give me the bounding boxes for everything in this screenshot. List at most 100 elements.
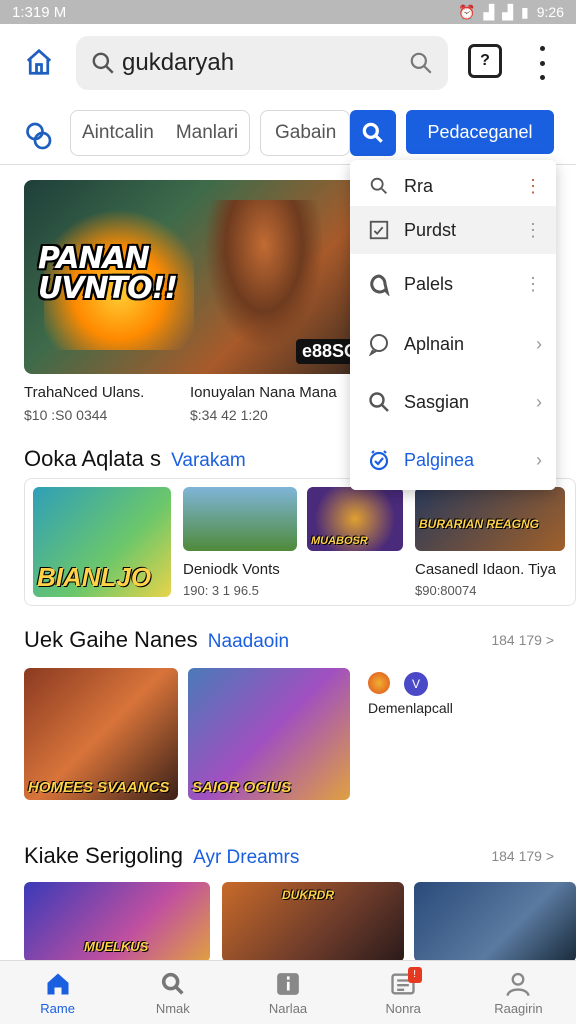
- dropdown-item-label: Sasgian: [404, 391, 470, 412]
- dropdown-item-rra[interactable]: Rra ⋮: [350, 162, 556, 210]
- home-icon: [43, 969, 73, 999]
- nav-item-label: Rame: [40, 1001, 75, 1016]
- notification-badge: !: [407, 967, 422, 983]
- game-card-sub: 190: 3 1 96.5: [183, 583, 259, 598]
- nav-item-profile[interactable]: Raagirin: [461, 961, 576, 1024]
- chevron-right-icon[interactable]: ›: [536, 392, 542, 413]
- overflow-menu-button[interactable]: [530, 46, 554, 80]
- status-icons: ⏰ ▟ ▟ ▮ 9:26: [458, 4, 564, 21]
- game-card-title: Deniodk Vonts: [183, 561, 280, 578]
- game-card-3[interactable]: MUABOSR: [307, 487, 403, 551]
- dropdown-item-palels[interactable]: Palels ⋮: [350, 260, 556, 308]
- game-card-label: BIANLJO: [37, 562, 152, 592]
- game-card-label: MUELKUS: [84, 939, 149, 954]
- section-3-header: Kiake Serigoling Ayr Dreamrs: [24, 843, 299, 869]
- nav-item-home[interactable]: Rame: [0, 961, 115, 1024]
- game-card-label: BURARIAN REAGNG: [419, 517, 539, 531]
- filter-chip-group: Aintcalin Manlari: [70, 110, 251, 156]
- section-1-link[interactable]: Varakam: [171, 450, 246, 471]
- hero-caption-1[interactable]: TrahaNced Ulans. $10 :S0 0344: [24, 384, 144, 423]
- clock-check-icon: [366, 447, 392, 473]
- hero-caption-title: Ionuyalan Nana Mana: [190, 384, 337, 401]
- chevron-right-icon[interactable]: ›: [536, 334, 542, 355]
- cart-button[interactable]: ?: [468, 44, 502, 78]
- alarm-icon: ⏰: [458, 3, 476, 20]
- section-1-card-row: BIANLJO Deniodk Vonts 190: 3 1 96.5 MUAB…: [24, 478, 576, 606]
- nav-item-info[interactable]: Narlaa: [230, 961, 345, 1024]
- section-1-header: Ooka Aqlata s Varakam: [24, 446, 246, 472]
- dropdown-item-purdst[interactable]: Purdst ⋮: [350, 206, 556, 254]
- more-icon[interactable]: ⋮: [524, 274, 542, 295]
- section-2-link[interactable]: Naadaoin: [208, 631, 289, 652]
- nav-item-list[interactable]: ! Nonra: [346, 961, 461, 1024]
- dropdown-item-label: Purdst: [404, 219, 457, 240]
- signal-icon: ▟: [483, 3, 495, 20]
- game-card-4[interactable]: BURARIAN REAGNG: [415, 487, 565, 551]
- profile-icon: [503, 969, 533, 999]
- filter-search-button[interactable]: [350, 110, 396, 156]
- filter-row: Aintcalin Manlari Gabain Pedaceganel: [0, 108, 576, 160]
- filter-chip-a[interactable]: Aintcalin: [71, 122, 165, 144]
- primary-action-button[interactable]: Pedaceganel: [406, 110, 554, 154]
- game-card-label: HOMEES SVAANCS: [28, 779, 170, 796]
- more-icon[interactable]: ⋮: [524, 176, 542, 197]
- dropdown-item-label: Aplnain: [404, 333, 465, 354]
- hero-character: [204, 200, 324, 350]
- chat-bubble-icon: [366, 331, 392, 357]
- game-card-2[interactable]: [183, 487, 297, 551]
- dropdown-item-palginea[interactable]: Palginea ›: [350, 436, 556, 484]
- game-card-7[interactable]: MUELKUS: [24, 882, 210, 962]
- search-icon: [366, 389, 392, 415]
- checkbox-icon: [366, 217, 392, 243]
- home-icon: [26, 48, 52, 75]
- filter-icon[interactable]: [20, 118, 56, 154]
- status-time: 9:26: [536, 4, 564, 20]
- battery-icon: ▮: [521, 3, 529, 20]
- game-card-4-caption[interactable]: Casanedl Idaon. Tiya $90:80074: [415, 561, 556, 598]
- section-1-title: Ooka Aqlata s: [24, 446, 161, 471]
- game-card-8[interactable]: DUKRDR: [222, 882, 404, 962]
- home-button[interactable]: [16, 39, 62, 85]
- hero-banner[interactable]: PANAN UVNTO!! e88SO: [24, 180, 364, 374]
- game-card-2-caption[interactable]: Deniodk Vonts 190: 3 1 96.5: [183, 561, 280, 598]
- dropdown-item-aplnain[interactable]: Aplnain ›: [350, 320, 556, 368]
- game-card-title: Casanedl Idaon. Tiya: [415, 561, 556, 578]
- nav-item-search[interactable]: Nmak: [115, 961, 230, 1024]
- search-icon: [366, 173, 392, 199]
- nav-item-label: Nmak: [155, 1001, 190, 1016]
- dropdown-item-sasgian[interactable]: Sasgian ›: [350, 378, 556, 426]
- section-3-title: Kiake Serigoling: [24, 843, 183, 868]
- hero-caption-2[interactable]: Ionuyalan Nana Mana $:34 42 1:20: [190, 384, 337, 423]
- section-2-header: Uek Gaihe Nanes Naadaoin: [24, 627, 289, 653]
- section-2-more-link[interactable]: 184 179 >: [491, 632, 554, 648]
- more-icon[interactable]: ⋮: [524, 220, 542, 241]
- dropdown-menu: Rra ⋮ Purdst ⋮ Palels ⋮ Aplnain › Sasgia…: [350, 160, 556, 490]
- search-icon: [158, 969, 188, 999]
- info-icon: [273, 969, 303, 999]
- dropdown-item-label: Rra: [404, 175, 434, 196]
- app-avatar-icon-2[interactable]: V: [404, 672, 428, 696]
- search-submit-icon[interactable]: [408, 50, 434, 76]
- game-card-label: DUKRDR: [282, 888, 334, 902]
- game-card-1[interactable]: BIANLJO: [33, 487, 171, 597]
- search-input[interactable]: gukdaryah: [122, 49, 408, 77]
- search-icon: [92, 52, 114, 74]
- chevron-right-icon[interactable]: ›: [536, 450, 542, 471]
- nav-item-label: Narlaa: [268, 1001, 308, 1016]
- game-card-label: MUABOSR: [311, 535, 368, 547]
- section-3-more-link[interactable]: 184 179 >: [491, 848, 554, 864]
- app-root: 1:319 M ⏰ ▟ ▟ ▮ 9:26 gukdaryah ? Aintcal…: [0, 0, 576, 1024]
- search-bar[interactable]: gukdaryah: [76, 36, 448, 90]
- signal-icon-2: ▟: [502, 3, 514, 20]
- top-bar: gukdaryah ?: [0, 24, 576, 100]
- game-card-5[interactable]: HOMEES SVAANCS: [24, 668, 178, 800]
- filter-chip-b[interactable]: Manlari: [165, 122, 249, 144]
- game-card-label: SAIOR OCIUS: [192, 779, 292, 796]
- game-card-6[interactable]: SAIOR OCIUS: [188, 668, 350, 800]
- section-2-title: Uek Gaihe Nanes: [24, 627, 198, 652]
- status-left-text: 1:319 M: [12, 3, 67, 21]
- app-avatar-icon[interactable]: [368, 672, 390, 694]
- game-card-9[interactable]: [414, 882, 576, 962]
- filter-chip-c[interactable]: Gabain: [260, 110, 350, 156]
- section-3-link[interactable]: Ayr Dreamrs: [193, 847, 299, 868]
